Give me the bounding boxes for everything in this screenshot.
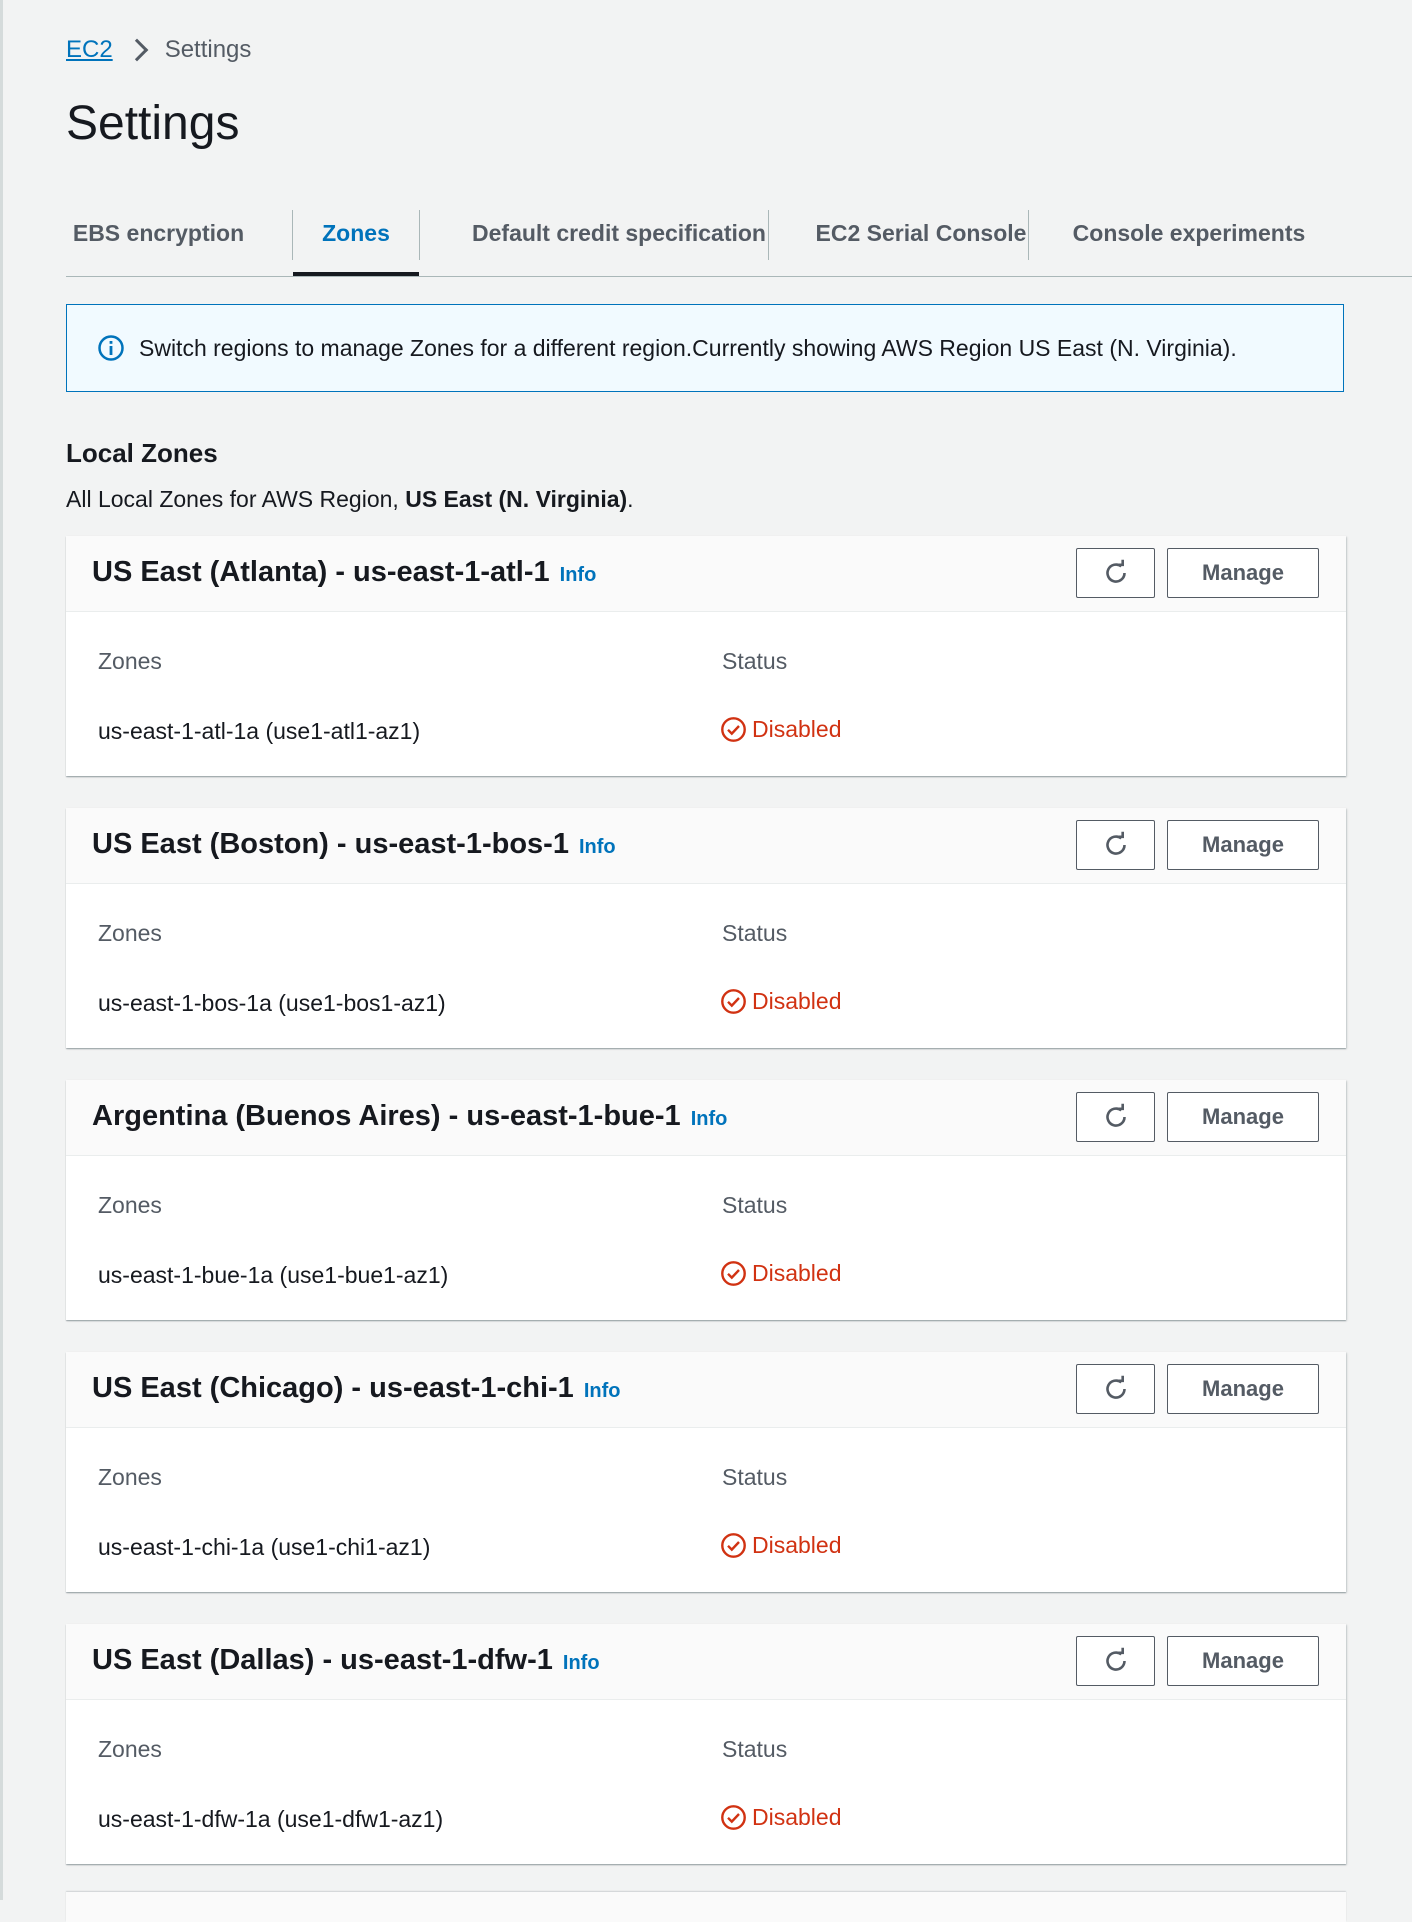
zone-group-title: US East (Chicago) - us-east-1-chi-1 Info xyxy=(92,1372,620,1405)
manage-button[interactable]: Manage xyxy=(1167,548,1319,598)
status-column-label: Status xyxy=(722,1464,788,1490)
zone-group-title: US East (Dallas) - us-east-1-dfw-1 Info xyxy=(92,1644,600,1677)
chevron-right-icon xyxy=(125,38,149,62)
breadcrumb-current: Settings xyxy=(164,36,252,63)
manage-button[interactable]: Manage xyxy=(1167,820,1319,870)
check-circle-icon xyxy=(721,989,746,1014)
refresh-button[interactable] xyxy=(1076,1364,1155,1414)
check-circle-icon xyxy=(721,1805,746,1830)
tab-default-credit-specification[interactable]: Default credit specification xyxy=(440,206,798,274)
refresh-icon xyxy=(1105,559,1126,583)
page-left-border xyxy=(0,0,3,1900)
zones-column-label: Zones xyxy=(98,648,162,674)
status-badge: Disabled xyxy=(720,716,842,743)
refresh-icon xyxy=(1105,1103,1126,1127)
status-badge: Disabled xyxy=(720,1532,842,1559)
zone-group-title: US East (Boston) - us-east-1-bos-1 Info xyxy=(92,828,616,861)
refresh-button[interactable] xyxy=(1076,1092,1155,1142)
zone-group-title: US East (Atlanta) - us-east-1-atl-1 Info xyxy=(92,556,596,589)
zone-group-card: US East (Atlanta) - us-east-1-atl-1 Info … xyxy=(66,536,1346,776)
zone-name: us-east-1-bos-1a (use1-bos1-az1) xyxy=(98,990,446,1016)
tab-console-experiments[interactable]: Console experiments xyxy=(1049,206,1329,274)
zone-group-title-text: US East (Dallas) - us-east-1-dfw-1 xyxy=(92,1644,553,1676)
info-link[interactable]: Info xyxy=(563,1652,600,1674)
status-badge: Disabled xyxy=(720,988,842,1015)
info-circle-icon xyxy=(98,335,124,361)
zones-column-label: Zones xyxy=(98,1192,162,1218)
check-circle-icon xyxy=(721,1533,746,1558)
status-text: Disabled xyxy=(752,1532,842,1558)
refresh-button[interactable] xyxy=(1076,548,1155,598)
breadcrumb-ec2-link[interactable]: EC2 xyxy=(66,36,113,64)
info-link[interactable]: Info xyxy=(579,836,616,858)
desc-prefix: All Local Zones for AWS Region, xyxy=(66,486,406,512)
zones-column-label: Zones xyxy=(98,920,162,946)
card-header: US East (Chicago) - us-east-1-chi-1 Info … xyxy=(66,1352,1346,1428)
refresh-button[interactable] xyxy=(1076,820,1155,870)
zones-column-label: Zones xyxy=(98,1736,162,1762)
zone-name: us-east-1-dfw-1a (use1-dfw1-az1) xyxy=(98,1806,444,1832)
status-column-label: Status xyxy=(722,920,788,946)
zone-name: us-east-1-bue-1a (use1-bue1-az1) xyxy=(98,1262,449,1288)
manage-button[interactable]: Manage xyxy=(1167,1092,1319,1142)
status-column-label: Status xyxy=(722,1192,788,1218)
status-badge: Disabled xyxy=(720,1260,842,1287)
zone-group-card: US East (Chicago) - us-east-1-chi-1 Info … xyxy=(66,1352,1346,1592)
zone-group-title-text: US East (Atlanta) - us-east-1-atl-1 xyxy=(92,556,550,588)
zone-group-card-partial xyxy=(66,1892,1346,1922)
desc-suffix: . xyxy=(627,486,634,512)
refresh-icon xyxy=(1105,831,1126,855)
check-circle-icon xyxy=(721,717,746,742)
zone-group-title-text: Argentina (Buenos Aires) - us-east-1-bue… xyxy=(92,1100,681,1132)
info-link[interactable]: Info xyxy=(584,1380,621,1402)
zone-name: us-east-1-chi-1a (use1-chi1-az1) xyxy=(98,1534,431,1560)
status-column-label: Status xyxy=(722,648,788,674)
tab-ec2-serial-console[interactable]: EC2 Serial Console xyxy=(789,206,1053,274)
zone-group-card: Argentina (Buenos Aires) - us-east-1-bue… xyxy=(66,1080,1346,1320)
breadcrumb: EC2 Settings xyxy=(66,36,251,64)
zone-group-title-text: US East (Chicago) - us-east-1-chi-1 xyxy=(92,1372,574,1404)
card-header: US East (Dallas) - us-east-1-dfw-1 Info M… xyxy=(66,1624,1346,1700)
alert-text: Switch regions to manage Zones for a dif… xyxy=(139,334,1237,361)
status-text: Disabled xyxy=(752,1804,842,1830)
tab-divider xyxy=(768,210,769,260)
zones-column-label: Zones xyxy=(98,1464,162,1490)
zone-group-card: US East (Dallas) - us-east-1-dfw-1 Info M… xyxy=(66,1624,1346,1864)
status-text: Disabled xyxy=(752,716,842,742)
zone-group-title-text: US East (Boston) - us-east-1-bos-1 xyxy=(92,828,569,860)
card-header: US East (Atlanta) - us-east-1-atl-1 Info … xyxy=(66,536,1346,612)
local-zones-description: All Local Zones for AWS Region, US East … xyxy=(66,486,634,513)
page-title: Settings xyxy=(66,97,240,150)
info-link[interactable]: Info xyxy=(560,564,597,586)
info-link[interactable]: Info xyxy=(691,1108,728,1130)
zone-group-card: US East (Boston) - us-east-1-bos-1 Info M… xyxy=(66,808,1346,1048)
manage-button[interactable]: Manage xyxy=(1167,1636,1319,1686)
tab-divider xyxy=(1028,210,1029,260)
tab-divider xyxy=(419,210,420,260)
check-circle-icon xyxy=(721,1261,746,1286)
status-text: Disabled xyxy=(752,1260,842,1286)
card-header: US East (Boston) - us-east-1-bos-1 Info M… xyxy=(66,808,1346,884)
manage-button[interactable]: Manage xyxy=(1167,1364,1319,1414)
zone-name: us-east-1-atl-1a (use1-atl1-az1) xyxy=(98,718,421,744)
status-text: Disabled xyxy=(752,988,842,1014)
status-badge: Disabled xyxy=(720,1804,842,1831)
refresh-button[interactable] xyxy=(1076,1636,1155,1686)
local-zones-title: Local Zones xyxy=(66,438,218,468)
settings-tabs: EBS encryption Zones Default credit spec… xyxy=(66,206,1412,277)
desc-region: US East (N. Virginia) xyxy=(405,486,628,512)
tab-ebs-encryption[interactable]: EBS encryption xyxy=(66,206,251,274)
refresh-icon xyxy=(1105,1647,1126,1671)
region-info-alert: Switch regions to manage Zones for a dif… xyxy=(66,304,1344,392)
tab-zones[interactable]: Zones xyxy=(293,206,419,276)
zone-group-title: Argentina (Buenos Aires) - us-east-1-bue… xyxy=(92,1100,727,1133)
status-column-label: Status xyxy=(722,1736,788,1762)
refresh-icon xyxy=(1105,1375,1126,1399)
card-header: Argentina (Buenos Aires) - us-east-1-bue… xyxy=(66,1080,1346,1156)
